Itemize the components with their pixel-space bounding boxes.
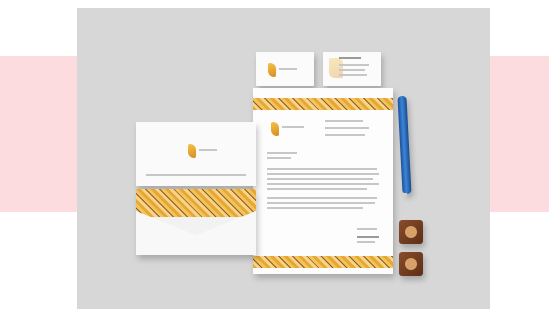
letterhead-text-line: [267, 178, 373, 180]
card-text-line: [339, 69, 365, 71]
envelope-text-line: [199, 149, 217, 151]
envelope-pattern-flap: [136, 189, 256, 217]
letterhead-text-line: [325, 120, 363, 122]
envelope-text-line: [146, 174, 246, 176]
letterhead-text-line: [267, 152, 297, 154]
envelope-closed: [136, 122, 256, 186]
letterhead-text-line: [357, 228, 377, 230]
pen-tip: [402, 193, 407, 203]
letterhead-text-line: [267, 168, 377, 170]
letterhead-sheet: [253, 88, 393, 274]
binder-clip-icon: [399, 220, 423, 244]
card-text-line: [279, 68, 297, 70]
envelope-open: [136, 189, 256, 255]
letterhead-text-line: [325, 127, 369, 129]
card-text-line: [339, 74, 367, 76]
business-card-front: [256, 52, 314, 86]
envelope-fold: [136, 211, 256, 255]
pen-icon: [397, 95, 412, 195]
letterhead-text-line: [357, 241, 375, 243]
letterhead-text-line: [325, 134, 365, 136]
card-logo-icon: [268, 63, 276, 77]
letterhead-text-line: [267, 197, 377, 199]
letterhead-text-line: [267, 173, 379, 175]
letterhead-text-line: [282, 126, 304, 128]
letterhead-text-line: [267, 188, 367, 190]
business-card-back: [323, 52, 381, 86]
letterhead-text-line: [267, 157, 291, 159]
letterhead-top-pattern: [253, 98, 393, 110]
stationery-mockup-photo: [77, 8, 490, 309]
letterhead-logo-icon: [271, 122, 279, 136]
envelope-logo-icon: [188, 144, 196, 158]
letterhead-text-line: [267, 207, 363, 209]
letterhead-text-line: [357, 236, 379, 238]
card-name-line: [339, 57, 361, 59]
letterhead-text-line: [267, 202, 375, 204]
letterhead-bottom-pattern: [253, 256, 393, 268]
letterhead-text-line: [267, 183, 379, 185]
binder-clip-icon: [399, 252, 423, 276]
card-text-line: [339, 64, 369, 66]
